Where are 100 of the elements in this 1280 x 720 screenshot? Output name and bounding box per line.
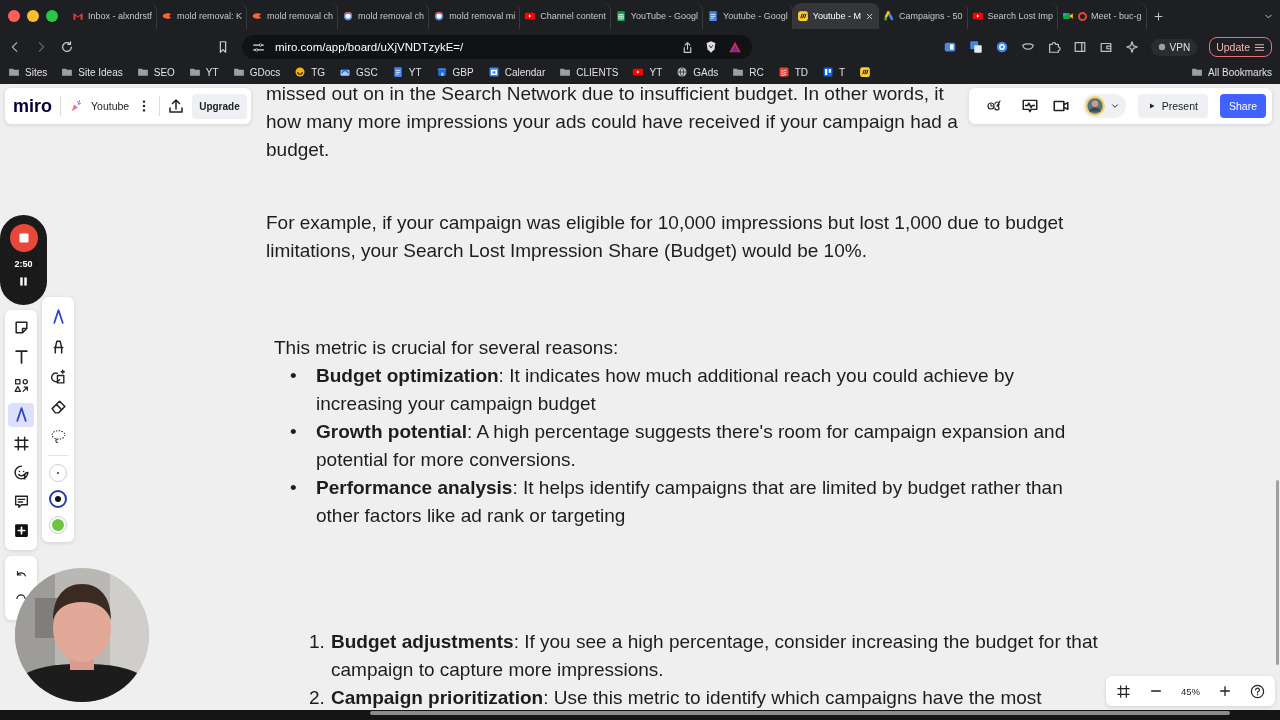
- share-icon[interactable]: [681, 40, 694, 54]
- menu-icon: [1254, 41, 1265, 53]
- bookmark[interactable]: RC: [732, 66, 764, 78]
- recording-icon: [1078, 11, 1088, 21]
- sparkle-icon[interactable]: [1124, 40, 1139, 54]
- document-icon: [391, 66, 404, 78]
- browser-tab[interactable]: mold removal mi: [429, 3, 521, 29]
- thick-stroke-option[interactable]: [49, 490, 67, 508]
- folder-icon: [8, 66, 20, 78]
- smiley-icon: [294, 66, 307, 78]
- bookmark[interactable]: GDocs: [232, 66, 281, 78]
- stop-recording-icon[interactable]: [8, 223, 39, 253]
- upload-icon[interactable]: [168, 98, 185, 114]
- sidebar-icon[interactable]: [1072, 40, 1087, 54]
- browser-tab[interactable]: mold removal ch: [247, 3, 339, 29]
- shapes-icon: [12, 377, 30, 395]
- scrollbar-thumb[interactable]: [370, 711, 1230, 715]
- browser-tab[interactable]: mold removal ch: [338, 3, 430, 29]
- puzzle-icon[interactable]: [1046, 40, 1061, 54]
- bookmark[interactable]: GBP: [435, 66, 474, 78]
- triangle-icon: [883, 10, 895, 22]
- chevron-down-icon[interactable]: [1109, 101, 1120, 111]
- browser-tab[interactable]: Inbox - alxndrstf: [68, 3, 158, 29]
- status-dot-icon: [1157, 43, 1166, 51]
- text-line: budget.: [266, 138, 330, 162]
- pause-icon[interactable]: [17, 275, 30, 288]
- bookmark[interactable]: TD: [777, 66, 809, 78]
- list-item-text: Campaign prioritization: Use this metric to identify which campaigns have the most: [331, 686, 1043, 710]
- maximize-window-button[interactable]: [46, 10, 58, 22]
- folder-icon: [136, 66, 149, 78]
- play-icon: [1147, 102, 1156, 110]
- list-number: 1.: [309, 630, 326, 654]
- sticky-note-icon: [12, 319, 30, 337]
- browser-tab[interactable]: Campaigns - 50: [879, 3, 968, 29]
- update-button[interactable]: Update: [1209, 37, 1272, 57]
- bookmark[interactable]: GAds: [676, 66, 719, 78]
- wallet-icon[interactable]: [1098, 40, 1113, 54]
- ring-icon: [342, 10, 355, 22]
- bookmark[interactable]: YT: [391, 66, 422, 78]
- translate-icon[interactable]: [968, 40, 983, 54]
- bookmark[interactable]: SEO: [136, 66, 175, 78]
- spreadsheet-icon: [614, 10, 627, 22]
- pen-tool[interactable]: [8, 402, 34, 427]
- logo[interactable]: miro: [13, 95, 52, 117]
- bookmark[interactable]: CLIENTS: [559, 66, 619, 78]
- present-button[interactable]: Present: [1137, 94, 1208, 118]
- upgrade-button[interactable]: Upgrade: [192, 93, 247, 119]
- new-tab-icon[interactable]: [1152, 10, 1164, 22]
- folder-icon: [732, 66, 745, 78]
- extension-icon[interactable]: [942, 40, 957, 54]
- bookmark[interactable]: YT: [632, 66, 663, 78]
- kanban-icon: [822, 66, 835, 78]
- bookmark[interactable]: Calendar: [487, 66, 546, 78]
- browser-tab[interactable]: Meet - buc-g: [1058, 3, 1147, 29]
- vpn-button[interactable]: VPN: [1150, 38, 1198, 56]
- ring-icon: [433, 10, 446, 22]
- help-icon[interactable]: [1250, 683, 1265, 699]
- close-icon[interactable]: [865, 11, 874, 21]
- address-bar[interactable]: miro.com/app/board/uXjVNDTzykE=/: [242, 35, 752, 59]
- globe-icon: [676, 66, 689, 78]
- browser-tab[interactable]: Search Lost Imp: [967, 3, 1059, 29]
- browser-tab[interactable]: Channel content: [520, 3, 611, 29]
- browser-tab[interactable]: Youtube - M: [792, 3, 879, 29]
- close-window-button[interactable]: [8, 10, 20, 22]
- zoom-in-icon[interactable]: [1218, 684, 1232, 698]
- board-name[interactable]: Youtube: [91, 100, 130, 112]
- folder-icon: [559, 66, 572, 78]
- flame-icon: [251, 10, 264, 22]
- fit-to-screen-icon[interactable]: [1116, 683, 1131, 699]
- all-bookmarks-button[interactable]: All Bookmarks: [1191, 66, 1272, 78]
- bullet: •: [290, 476, 298, 500]
- gear-icon[interactable]: [994, 40, 1009, 54]
- lasso-icon: [49, 427, 67, 445]
- browser-tab[interactable]: mold removal: K: [157, 3, 248, 29]
- bookmark[interactable]: Sites: [8, 66, 48, 78]
- shield-icon[interactable]: [704, 40, 718, 54]
- bullet: •: [290, 420, 298, 444]
- bookmark[interactable]: YT: [188, 66, 219, 78]
- bookmark[interactable]: Site Ideas: [61, 66, 123, 78]
- bookmark[interactable]: TG: [294, 66, 326, 78]
- minimize-window-button[interactable]: [27, 10, 39, 22]
- folder-icon: [232, 66, 245, 78]
- bookmark[interactable]: GSC: [339, 66, 378, 78]
- bookmark[interactable]: [859, 66, 872, 78]
- site-info-icon[interactable]: [252, 40, 265, 54]
- avatar-icon[interactable]: [1083, 95, 1106, 117]
- scrollbar-thumb[interactable]: [1276, 480, 1279, 665]
- play-icon: [632, 66, 645, 78]
- activity-icon[interactable]: [1020, 97, 1039, 115]
- list-icon: [777, 66, 790, 78]
- share-button[interactable]: Share: [1219, 94, 1266, 118]
- text-line: missed out on in the Search Network due to insufficient budget. In other words, it: [266, 84, 944, 106]
- browser-tab[interactable]: YouTube - Googl: [610, 3, 704, 29]
- redo-icon[interactable]: [14, 594, 28, 599]
- comment-icon: [12, 492, 30, 510]
- party-popper-icon[interactable]: [69, 99, 83, 113]
- reload-icon[interactable]: [60, 40, 74, 54]
- browser-tab[interactable]: Youtube - Googl: [703, 3, 793, 29]
- bookmark[interactable]: T: [822, 66, 846, 78]
- triangle-icon[interactable]: [728, 40, 742, 54]
